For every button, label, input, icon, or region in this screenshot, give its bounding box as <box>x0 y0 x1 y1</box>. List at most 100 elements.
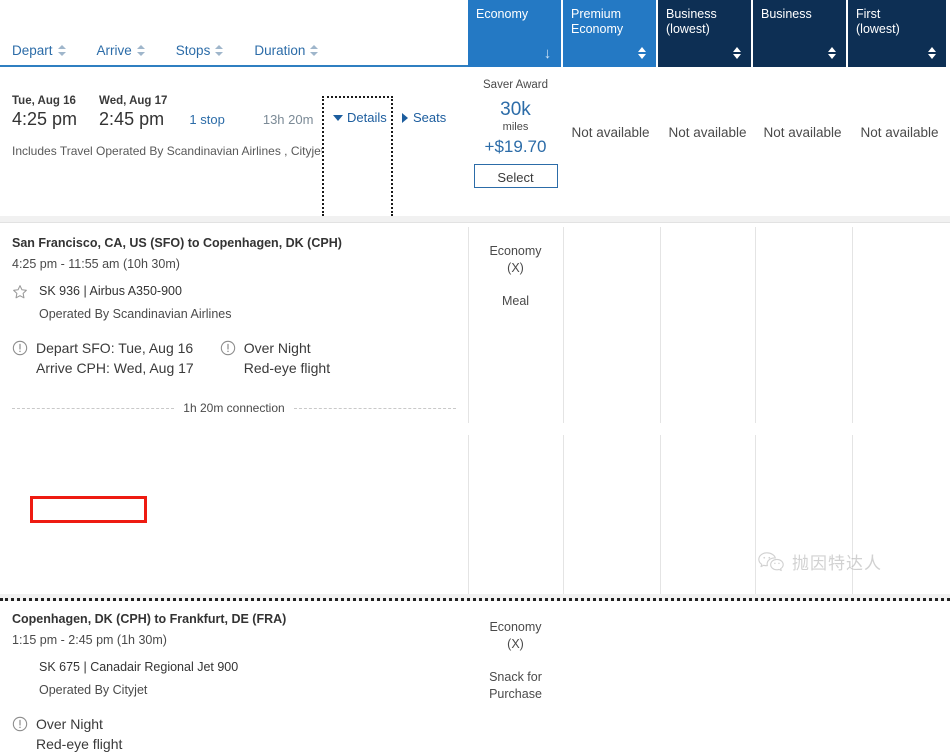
flight-search-results: Depart Arrive Stops Duration Economy ↓ P… <box>0 0 950 752</box>
flight-summary: Tue, Aug 16 4:25 pm Wed, Aug 17 2:45 pm … <box>0 67 468 216</box>
tab-economy[interactable]: Economy ↓ <box>468 0 563 67</box>
sort-header-list: Depart Arrive Stops Duration <box>12 43 349 58</box>
tab-business-lowest[interactable]: Business (lowest) <box>658 0 753 67</box>
flight-details-panel: San Francisco, CA, US (SFO) to Copenhage… <box>0 222 950 752</box>
sort-header-stops-label: Stops <box>175 43 211 58</box>
segment-notes: Depart SFO: Tue, Aug 16 Arrive CPH: Wed,… <box>12 338 462 378</box>
stops-link[interactable]: 1 stop <box>189 112 224 130</box>
segment-note-overnight: Over Night Red-eye flight <box>220 338 330 378</box>
sort-updown-icon[interactable] <box>928 46 937 60</box>
flight-result-row: Depart Arrive Stops Duration Economy ↓ P… <box>0 0 950 216</box>
tab-premium-economy-label-line2: Economy <box>571 22 624 36</box>
segment-flight-details: SK 936 | Airbus A350-900 Operated By Sca… <box>39 283 231 323</box>
sort-updown-icon[interactable] <box>733 46 742 60</box>
tab-first-lowest[interactable]: First (lowest) <box>848 0 946 67</box>
tab-premium-economy-label-line1: Premium <box>571 7 622 21</box>
note-line-1: Over Night <box>36 716 103 732</box>
segment-notes: Over Night Red-eye flight <box>12 714 462 754</box>
award-type-label: Saver Award <box>483 79 548 91</box>
segment-1-info: San Francisco, CA, US (SFO) to Copenhage… <box>12 235 462 378</box>
watermark: 抛因特达人 <box>757 549 882 574</box>
segment-cabin-name: Economy <box>489 620 542 634</box>
tab-business-lowest-label-line1: Business <box>666 7 717 21</box>
includes-operated-note: Includes Travel Operated By Scandinavian… <box>12 144 325 158</box>
depart-time-block: Tue, Aug 16 4:25 pm <box>12 94 77 130</box>
details-toggle[interactable]: Details <box>333 110 387 125</box>
segment-meal-service: Meal <box>501 294 530 308</box>
sort-updown-icon[interactable] <box>638 46 647 60</box>
cabin-class-tabs: Economy ↓ Premium Economy Business (lowe… <box>468 0 950 67</box>
award-miles-unit: miles <box>502 121 529 133</box>
exclamation-circle-icon <box>220 340 236 356</box>
select-button[interactable]: Select <box>473 164 558 188</box>
segment-flight-row: SK 675 | Canadair Regional Jet 900 Opera… <box>12 659 462 699</box>
sort-updown-icon[interactable] <box>828 46 837 60</box>
sort-header-depart[interactable]: Depart <box>12 43 67 58</box>
segment-2-info: Copenhagen, DK (CPH) to Frankfurt, DE (F… <box>12 611 462 754</box>
segment-note-overnight-text: Over Night Red-eye flight <box>244 338 330 378</box>
depart-date: Tue, Aug 16 <box>12 95 76 107</box>
sort-header-stops[interactable]: Stops <box>176 43 225 58</box>
segment-route: San Francisco, CA, US (SFO) to Copenhage… <box>12 236 342 250</box>
segment-2-cabin: Economy (X) Snack for Purchase <box>468 619 563 703</box>
segment-times: 1:15 pm - 2:45 pm (1h 30m) <box>12 633 167 647</box>
duration-value: 13h 20m <box>262 112 314 127</box>
arrive-time: 2:45 pm <box>99 109 165 129</box>
segment-note-dates: Depart SFO: Tue, Aug 16 Arrive CPH: Wed,… <box>12 338 194 378</box>
segment-flight-row: SK 936 | Airbus A350-900 Operated By Sca… <box>12 283 462 323</box>
flight-segment-2: Copenhagen, DK (CPH) to Frankfurt, DE (F… <box>0 399 950 752</box>
seats-toggle[interactable]: Seats <box>402 110 446 125</box>
sort-header-arrive[interactable]: Arrive <box>97 43 146 58</box>
exclamation-circle-icon <box>12 340 28 356</box>
sort-updown-icon[interactable] <box>310 44 319 57</box>
watermark-text: 抛因特达人 <box>792 554 882 573</box>
award-miles: 30k <box>500 99 531 120</box>
chevron-right-icon <box>402 112 408 123</box>
segment-operated-by: Operated By Cityjet <box>39 683 148 697</box>
segment-cabin-code: (X) <box>507 261 524 275</box>
arrive-date: Wed, Aug 17 <box>99 95 168 107</box>
segment-cabin-name: Economy <box>489 244 542 258</box>
arrow-down-icon[interactable]: ↓ <box>542 46 553 62</box>
segment-note-overnight: Over Night Red-eye flight <box>12 714 122 754</box>
segment-meal-service-line2: Purchase <box>489 687 542 701</box>
fare-cell-premium-economy-unavailable: Not available <box>571 125 650 140</box>
sort-updown-icon[interactable] <box>136 44 146 57</box>
tab-premium-economy[interactable]: Premium Economy <box>563 0 658 67</box>
details-toggle-label: Details <box>347 110 387 125</box>
arrive-time-block: Wed, Aug 17 2:45 pm <box>99 94 167 130</box>
wechat-logo-icon <box>757 551 785 573</box>
flight-summary-line: Tue, Aug 16 4:25 pm Wed, Aug 17 2:45 pm … <box>12 94 313 130</box>
note-line-2: Arrive CPH: Wed, Aug 17 <box>36 360 194 376</box>
segment-operated-by: Operated By Scandinavian Airlines <box>39 307 232 321</box>
seats-toggle-label: Seats <box>413 110 447 125</box>
sort-updown-icon[interactable] <box>57 44 67 57</box>
segment-note-dates-text: Depart SFO: Tue, Aug 16 Arrive CPH: Wed,… <box>36 338 194 378</box>
tab-business-lowest-label-line2: (lowest) <box>666 22 710 36</box>
flight-segment-1: San Francisco, CA, US (SFO) to Copenhage… <box>0 223 950 399</box>
fare-cell-economy: Saver Award 30k miles +$19.70 Select <box>468 67 563 216</box>
exclamation-circle-icon <box>12 716 28 732</box>
tab-first-lowest-label-line1: First <box>856 7 881 21</box>
segment-meal-service-line1: Snack for <box>489 670 542 684</box>
segment-cabin-code: (X) <box>507 637 524 651</box>
segment-note-overnight-text: Over Night Red-eye flight <box>36 714 122 754</box>
fare-cell-business-lowest-unavailable: Not available <box>668 125 747 140</box>
sort-header-bar: Depart Arrive Stops Duration <box>0 0 468 67</box>
segment-route: Copenhagen, DK (CPH) to Frankfurt, DE (F… <box>12 612 287 626</box>
tab-business-label: Business <box>761 7 812 21</box>
award-cash: +$19.70 <box>484 137 547 156</box>
note-line-2: Red-eye flight <box>243 360 331 376</box>
sort-updown-icon[interactable] <box>215 44 224 57</box>
note-line-2: Red-eye flight <box>36 736 123 752</box>
sort-header-duration-label: Duration <box>254 43 306 58</box>
segment-flight-details: SK 675 | Canadair Regional Jet 900 Opera… <box>39 659 238 699</box>
sort-header-arrive-label: Arrive <box>96 43 132 58</box>
segment-1-cabin: Economy (X) Meal <box>468 243 563 310</box>
sort-header-duration[interactable]: Duration <box>254 43 319 58</box>
tab-business[interactable]: Business <box>753 0 848 67</box>
note-line-1: Over Night <box>243 340 311 356</box>
tab-economy-label: Economy <box>476 7 529 21</box>
chevron-down-icon <box>333 114 343 121</box>
fare-cell-first-unavailable: Not available <box>860 125 939 140</box>
